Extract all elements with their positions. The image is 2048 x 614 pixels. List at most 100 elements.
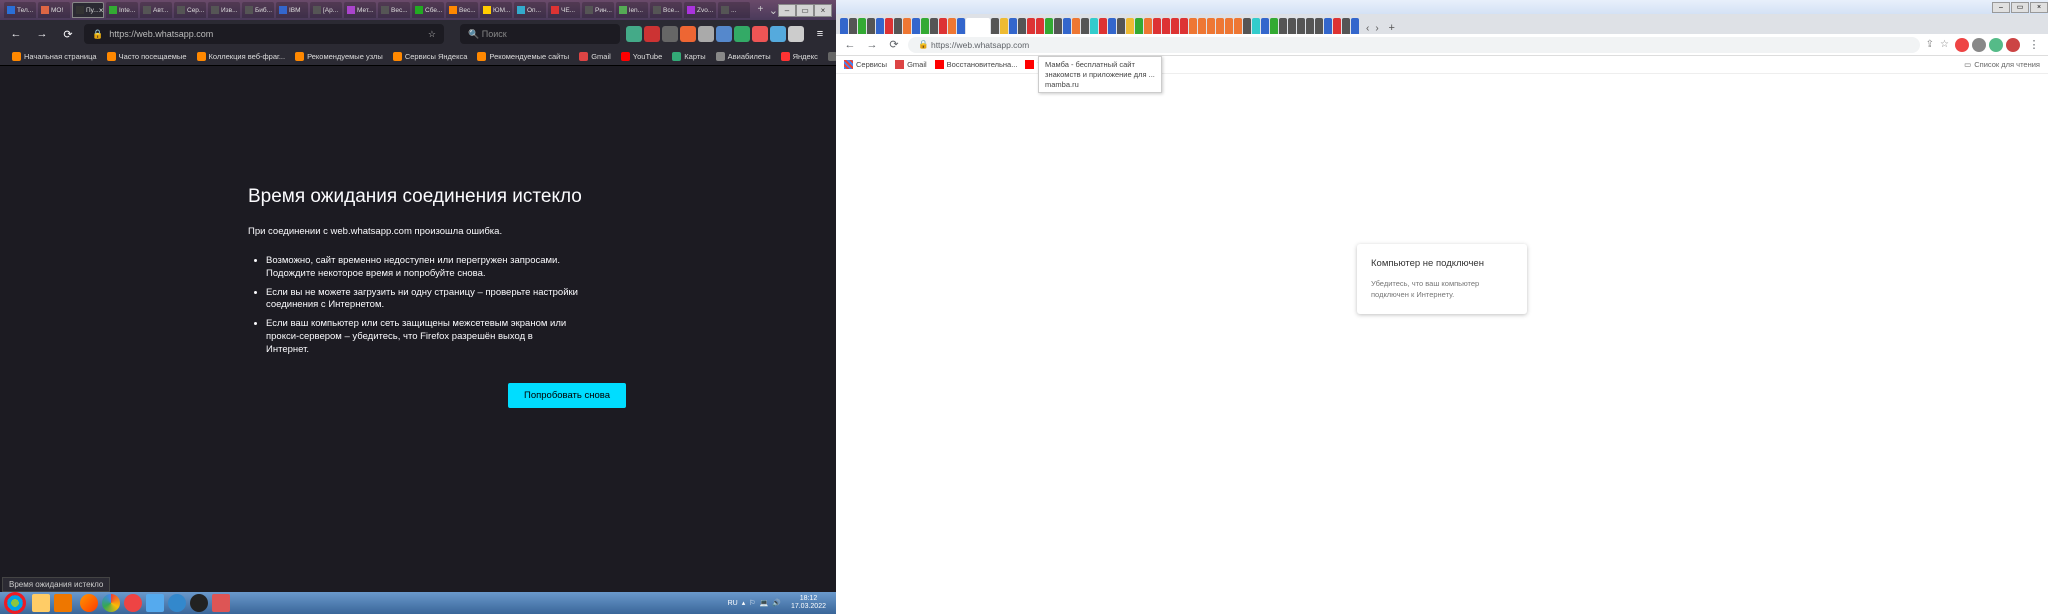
ext-icon[interactable] (680, 26, 696, 42)
taskbar-opera-icon[interactable] (124, 594, 142, 612)
tab[interactable] (1027, 18, 1035, 34)
tab[interactable] (1279, 18, 1287, 34)
menu-button[interactable]: ≡ (810, 24, 830, 44)
ext-icon[interactable] (1989, 38, 2003, 52)
tab[interactable]: Zvo... (684, 2, 716, 18)
ext-icon[interactable] (752, 26, 768, 42)
bookmark-item[interactable]: Яндекс (777, 52, 822, 61)
new-tab-button[interactable]: + (1385, 22, 1399, 34)
tab[interactable] (1342, 18, 1350, 34)
tray-arrow-icon[interactable]: ▴ (742, 599, 746, 607)
omnibox[interactable]: 🔒 https://web.whatsapp.com (908, 37, 1920, 53)
tab[interactable]: [Ар... (310, 2, 342, 18)
tab[interactable]: Сер... (174, 2, 206, 18)
scroll-tabs-left-icon[interactable]: ‹ (1366, 23, 1369, 34)
tab[interactable] (1225, 18, 1233, 34)
tab[interactable] (957, 18, 965, 34)
tray-clock[interactable]: 18:12 17.03.2022 (785, 595, 832, 610)
bookmark-item[interactable]: Часто посещаемые (103, 52, 191, 61)
taskbar-chrome-icon[interactable] (102, 594, 120, 612)
scroll-tabs-right-icon[interactable]: › (1375, 23, 1378, 34)
ext-icon[interactable] (788, 26, 804, 42)
start-button[interactable] (4, 592, 26, 614)
tabs-overflow-icon[interactable]: ⌄ (769, 4, 778, 17)
tab[interactable] (885, 18, 893, 34)
ext-icon[interactable] (1972, 38, 1986, 52)
tray-volume-icon[interactable]: 🔊 (772, 599, 781, 607)
tab[interactable] (930, 18, 938, 34)
back-button[interactable]: ← (6, 24, 26, 44)
tab[interactable] (1045, 18, 1053, 34)
bookmark-item[interactable]: Авиабилеты (712, 52, 775, 61)
tab[interactable]: IBM (276, 2, 308, 18)
close-icon[interactable]: × (99, 6, 104, 15)
tab[interactable] (1324, 18, 1332, 34)
tab[interactable]: Все... (650, 2, 682, 18)
tab[interactable]: ЮМ... (480, 2, 512, 18)
tab-active[interactable]: Пу...× (72, 2, 104, 18)
tab[interactable] (1144, 18, 1152, 34)
tab[interactable] (1153, 18, 1161, 34)
search-bar[interactable]: 🔍 Поиск (460, 24, 620, 44)
bookmark-item[interactable]: YouTube (617, 52, 666, 61)
tab[interactable] (1288, 18, 1296, 34)
tab[interactable]: Рин... (582, 2, 614, 18)
tab[interactable] (1117, 18, 1125, 34)
taskbar-app-icon[interactable] (54, 594, 72, 612)
taskbar-firefox-icon[interactable] (80, 594, 98, 612)
bookmark-star-icon[interactable]: ☆ (428, 29, 436, 40)
maximize-button[interactable]: ▭ (2011, 2, 2029, 13)
tab[interactable] (1009, 18, 1017, 34)
tab[interactable] (894, 18, 902, 34)
tab[interactable]: Изв... (208, 2, 240, 18)
tab[interactable]: len... (616, 2, 648, 18)
tab[interactable]: Сбе... (412, 2, 444, 18)
tab[interactable] (1171, 18, 1179, 34)
tab[interactable]: ... (718, 2, 750, 18)
reload-button[interactable]: ⟳ (58, 24, 78, 44)
tray-icon[interactable]: ⚐ (749, 599, 755, 607)
ext-opera-icon[interactable] (1955, 38, 1969, 52)
tab[interactable]: Вес... (446, 2, 478, 18)
tab[interactable]: МО! (38, 2, 70, 18)
tab[interactable] (1261, 18, 1269, 34)
tab[interactable] (858, 18, 866, 34)
bookmark-star-icon[interactable]: ☆ (1940, 39, 1949, 50)
tab[interactable] (1126, 18, 1134, 34)
back-button[interactable]: ← (842, 37, 858, 53)
bookmark-item[interactable]: Рекомендуемые узлы (291, 52, 387, 61)
tab[interactable] (1090, 18, 1098, 34)
new-tab-button[interactable]: + (756, 3, 765, 17)
bookmark-item[interactable]: Gmail (575, 52, 615, 61)
bookmark-item[interactable]: Рекомендуемые сайты (473, 52, 573, 61)
tab[interactable] (903, 18, 911, 34)
tab[interactable] (1099, 18, 1107, 34)
menu-button[interactable]: ⋮ (2026, 37, 2042, 53)
tab[interactable] (867, 18, 875, 34)
maximize-button[interactable]: ▭ (796, 4, 814, 17)
tab[interactable]: Оп... (514, 2, 546, 18)
tab[interactable] (1198, 18, 1206, 34)
tab[interactable]: Вес... (378, 2, 410, 18)
tab[interactable] (1252, 18, 1260, 34)
tab[interactable] (1333, 18, 1341, 34)
share-icon[interactable]: ⇪ (1926, 39, 1934, 50)
tab[interactable] (1270, 18, 1278, 34)
tab[interactable] (1063, 18, 1071, 34)
tab[interactable] (1108, 18, 1116, 34)
tab[interactable] (849, 18, 857, 34)
tab[interactable] (912, 18, 920, 34)
tab[interactable]: Авт... (140, 2, 172, 18)
taskbar-explorer-icon[interactable] (32, 594, 50, 612)
tab[interactable] (1207, 18, 1215, 34)
bookmark-item[interactable]: Восстановительна... (935, 60, 1018, 69)
tab[interactable] (948, 18, 956, 34)
reading-list-button[interactable]: ▭ Список для чтения (1964, 60, 2040, 69)
minimize-button[interactable]: – (778, 4, 796, 17)
tab[interactable] (1315, 18, 1323, 34)
forward-button[interactable]: → (864, 37, 880, 53)
bookmark-item[interactable]: Начальная страница (8, 52, 101, 61)
tab[interactable] (991, 18, 999, 34)
ext-icon[interactable] (2006, 38, 2020, 52)
taskbar-app-icon[interactable] (146, 594, 164, 612)
